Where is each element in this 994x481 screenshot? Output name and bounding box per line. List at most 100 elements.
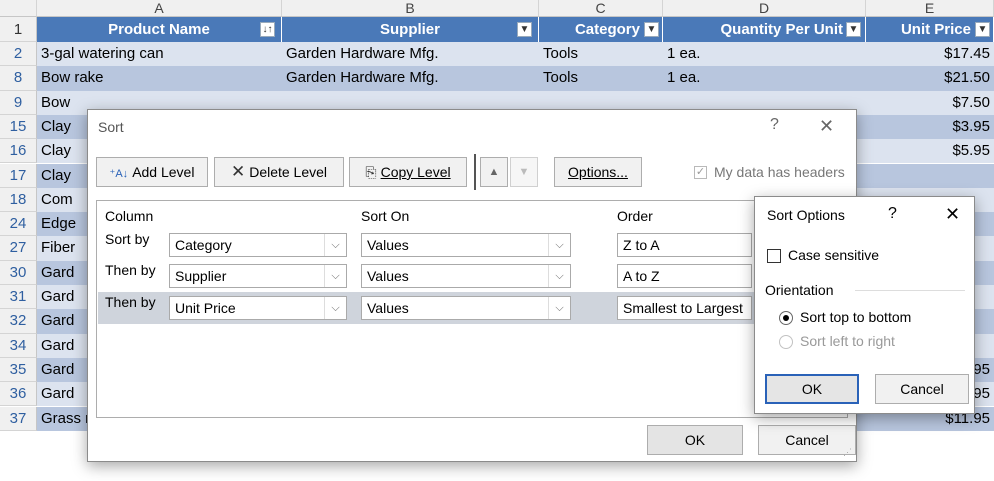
- ok-button[interactable]: OK: [765, 374, 859, 404]
- order-select[interactable]: A to Z: [617, 264, 752, 288]
- chevron-down-icon[interactable]: ⌵: [324, 234, 346, 256]
- table-cell[interactable]: $5.95: [866, 139, 994, 164]
- row-header[interactable]: 27: [0, 236, 37, 261]
- header-label: Supplier: [379, 21, 440, 38]
- copy-level-label: Copy Level: [380, 164, 451, 180]
- table-cell[interactable]: 1 ea.: [663, 66, 866, 91]
- column-select-value: Category: [175, 237, 232, 253]
- order-select[interactable]: Z to A: [617, 233, 752, 257]
- order-select-value: A to Z: [623, 268, 660, 284]
- row-header[interactable]: 1: [0, 17, 37, 42]
- table-cell[interactable]: Garden Hardware Mfg.: [282, 66, 539, 91]
- options-button[interactable]: Options...: [554, 157, 642, 187]
- column-select[interactable]: Category ⌵: [169, 233, 347, 257]
- close-icon[interactable]: ✕: [945, 204, 960, 225]
- move-down-button[interactable]: ▼: [510, 157, 538, 187]
- table-cell[interactable]: $7.50: [866, 90, 994, 115]
- table-cell[interactable]: Garden Hardware Mfg.: [282, 42, 539, 67]
- table-cell[interactable]: $17.45: [866, 42, 994, 67]
- row-header[interactable]: 36: [0, 382, 37, 407]
- column-header-a[interactable]: A: [37, 0, 282, 17]
- table-header-product-name[interactable]: Product Name: [37, 17, 282, 42]
- table-cell[interactable]: [866, 163, 994, 188]
- delete-level-button[interactable]: ✕ Delete Level: [214, 157, 344, 187]
- table-cell[interactable]: $3.95: [866, 114, 994, 140]
- filter-dropdown-button[interactable]: ▼: [846, 22, 861, 37]
- sort-on-select[interactable]: Values ⌵: [361, 296, 571, 320]
- sort-add-icon: ⁺A↓: [109, 168, 129, 180]
- row-header[interactable]: 18: [0, 187, 37, 213]
- filter-dropdown-button[interactable]: ▼: [644, 22, 659, 37]
- cancel-button[interactable]: Cancel: [758, 425, 856, 455]
- sort-levels-grid: Column Sort On Order Sort by Category ⌵ Val…: [96, 200, 848, 418]
- sort-dialog: Sort ? ✕ ⁺A↓ Add Level ✕ Delete Level ⎘ Cop…: [87, 109, 857, 462]
- sort-options-dialog: Sort Options ? ✕ Case sensitive Orientat…: [754, 196, 975, 414]
- cancel-button[interactable]: Cancel: [875, 374, 969, 404]
- sort-on-select-value: Values: [367, 268, 409, 284]
- chevron-down-icon[interactable]: ⌵: [548, 234, 570, 256]
- add-level-label: Add Level: [132, 164, 195, 180]
- order-select-value: Smallest to Largest: [623, 300, 743, 316]
- column-header: Column: [105, 208, 154, 224]
- filter-dropdown-button[interactable]: ▼: [517, 22, 532, 37]
- add-level-button[interactable]: ⁺A↓ Add Level: [96, 157, 208, 187]
- chevron-down-icon[interactable]: ⌵: [324, 297, 346, 319]
- column-select[interactable]: Unit Price ⌵: [169, 296, 347, 320]
- sort-level-label: Then by: [105, 262, 156, 278]
- column-select-value: Unit Price: [175, 300, 236, 316]
- row-header[interactable]: 2: [0, 42, 37, 67]
- table-cell[interactable]: $21.50: [866, 66, 994, 91]
- close-icon[interactable]: ✕: [819, 116, 834, 137]
- sort-filter-button[interactable]: ↓↑: [260, 22, 275, 37]
- headers-checkbox[interactable]: ✓: [694, 166, 707, 179]
- move-up-button[interactable]: ▲: [480, 157, 508, 187]
- sort-level-label: Sort by: [105, 231, 150, 247]
- header-label: Unit Price: [900, 21, 971, 38]
- sort-on-select[interactable]: Values ⌵: [361, 264, 571, 288]
- table-header-quantity-per-unit[interactable]: Quantity Per Unit: [663, 17, 866, 42]
- copy-level-button[interactable]: ⎘ Copy Level: [349, 157, 467, 187]
- filter-dropdown-button[interactable]: ▼: [975, 22, 990, 37]
- sort-left-to-right-radio[interactable]: [779, 335, 793, 349]
- delete-level-label: Delete Level: [249, 164, 328, 180]
- column-header-b[interactable]: B: [282, 0, 539, 17]
- case-sensitive-checkbox[interactable]: [767, 249, 781, 263]
- table-cell[interactable]: Bow rake: [37, 66, 282, 91]
- chevron-down-icon[interactable]: ⌵: [548, 297, 570, 319]
- table-header-supplier[interactable]: Supplier: [282, 17, 539, 42]
- dialog-title: Sort Options: [767, 207, 845, 223]
- row-header[interactable]: 34: [0, 333, 37, 358]
- column-select[interactable]: Supplier ⌵: [169, 264, 347, 288]
- help-icon[interactable]: ?: [888, 205, 897, 223]
- order-select[interactable]: Smallest to Largest: [617, 296, 752, 320]
- chevron-down-icon[interactable]: ⌵: [324, 265, 346, 287]
- help-icon[interactable]: ?: [770, 116, 779, 134]
- row-header[interactable]: 16: [0, 139, 37, 164]
- table-cell[interactable]: 3-gal watering can: [37, 42, 282, 67]
- row-header[interactable]: 17: [0, 163, 37, 188]
- row-header[interactable]: 24: [0, 212, 37, 237]
- sort-on-select[interactable]: Values ⌵: [361, 233, 571, 257]
- table-cell[interactable]: 1 ea.: [663, 42, 866, 67]
- row-header[interactable]: 15: [0, 114, 37, 140]
- column-header-c[interactable]: C: [539, 0, 663, 17]
- ok-button[interactable]: OK: [647, 425, 743, 455]
- row-header[interactable]: 30: [0, 260, 37, 285]
- select-all-corner[interactable]: [0, 0, 37, 17]
- column-header-d[interactable]: D: [663, 0, 866, 17]
- resize-grip-icon[interactable]: ⋰: [843, 447, 852, 458]
- column-header-e[interactable]: E: [866, 0, 994, 17]
- row-header[interactable]: 9: [0, 90, 37, 115]
- sort-on-header: Sort On: [361, 208, 410, 224]
- sort-top-to-bottom-radio[interactable]: [779, 311, 793, 325]
- row-header[interactable]: 31: [0, 285, 37, 310]
- row-header[interactable]: 8: [0, 66, 37, 91]
- sort-level-label: Then by: [105, 294, 156, 310]
- row-header[interactable]: 35: [0, 357, 37, 383]
- row-header[interactable]: 32: [0, 309, 37, 334]
- row-header[interactable]: 37: [0, 406, 37, 431]
- sort-left-to-right-label: Sort left to right: [800, 333, 895, 349]
- table-cell[interactable]: Tools: [539, 42, 663, 67]
- table-cell[interactable]: Tools: [539, 66, 663, 91]
- chevron-down-icon[interactable]: ⌵: [548, 265, 570, 287]
